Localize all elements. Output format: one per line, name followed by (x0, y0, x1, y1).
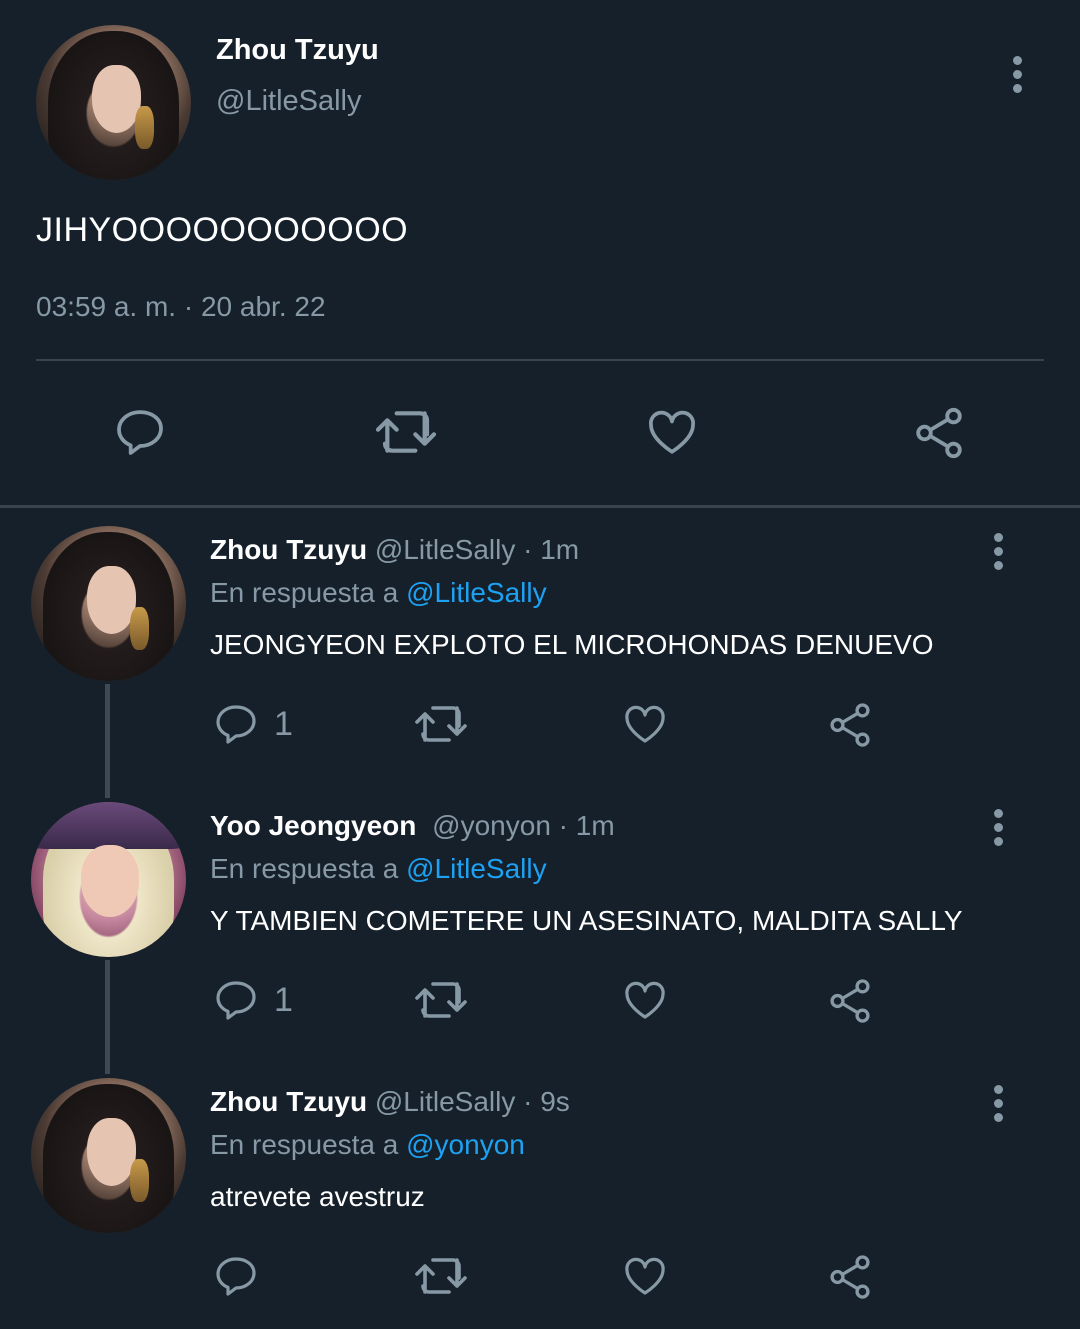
like-button[interactable] (620, 1252, 670, 1300)
author-name[interactable]: Yoo Jeongyeon (210, 810, 416, 841)
tweet-text: Y TAMBIEN COMETERE UN ASESINATO, MALDITA… (210, 905, 963, 936)
retweet-button[interactable] (412, 976, 470, 1024)
like-icon (625, 705, 665, 743)
share-icon (830, 1255, 870, 1299)
more-options-icon[interactable] (1007, 56, 1027, 100)
reply-time: · 1m (523, 534, 580, 565)
reply-count: 1 (274, 704, 293, 743)
reply-icon (216, 705, 256, 744)
reply-button[interactable] (212, 1252, 274, 1300)
avatar-earring (130, 1158, 149, 1202)
tweet-text: JEONGYEON EXPLOTO EL MICROHONDAS DENUEVO (210, 629, 934, 660)
reply-context: En respuesta a @LitleSally (210, 853, 547, 885)
retweet-icon (415, 706, 467, 742)
avatar-earring (135, 105, 154, 149)
thread-line (105, 684, 110, 798)
reply-header: Zhou Tzuyu @LitleSally · 9s (210, 1086, 570, 1118)
share-button[interactable] (825, 976, 875, 1026)
share-icon (916, 407, 962, 459)
retweet-button[interactable] (412, 700, 470, 748)
like-icon (649, 410, 695, 454)
reply-prefix: En respuesta a (210, 577, 407, 608)
thread-line (105, 960, 110, 1074)
avatar[interactable] (31, 802, 186, 957)
author-name[interactable]: Zhou Tzuyu (216, 34, 379, 67)
avatar[interactable] (31, 1078, 186, 1233)
reply-header: Zhou Tzuyu @LitleSally · 1m (210, 534, 579, 566)
share-button[interactable] (910, 404, 968, 462)
reply-count: 1 (274, 980, 293, 1019)
retweet-button[interactable] (372, 404, 440, 460)
retweet-icon (375, 411, 437, 453)
like-button[interactable] (643, 404, 701, 460)
share-button[interactable] (825, 700, 875, 750)
author-handle[interactable]: @LitleSally (375, 1086, 515, 1117)
reply-icon (216, 1257, 256, 1296)
share-icon (830, 979, 870, 1023)
section-divider (0, 505, 1080, 508)
author-name[interactable]: Zhou Tzuyu (210, 534, 367, 565)
retweet-icon (415, 1258, 467, 1294)
main-tweet: Zhou Tzuyu @LitleSally JIHYOOOOOOOOOOO 0… (0, 0, 1080, 506)
share-icon (830, 703, 870, 747)
reply-header: Yoo Jeongyeon @yonyon · 1m (210, 810, 615, 842)
tweet-text: JIHYOOOOOOOOOOO (36, 211, 409, 249)
author-handle[interactable]: @LitleSally (216, 85, 362, 118)
reply-button[interactable]: 1 (212, 700, 293, 748)
reply-prefix: En respuesta a (210, 1129, 407, 1160)
reply-icon (216, 981, 256, 1020)
avatar[interactable] (36, 25, 191, 180)
reply-button[interactable]: 1 (212, 976, 293, 1024)
author-name[interactable]: Zhou Tzuyu (210, 1086, 367, 1117)
reply-to-link[interactable]: @LitleSally (406, 577, 546, 608)
reply-to-link[interactable]: @yonyon (406, 1129, 525, 1160)
more-options-icon[interactable] (988, 533, 1008, 577)
reply-button[interactable] (112, 404, 168, 460)
reply-context: En respuesta a @LitleSally (210, 577, 547, 609)
reply-icon (117, 410, 163, 455)
retweet-icon (415, 982, 467, 1018)
reply-context: En respuesta a @yonyon (210, 1129, 525, 1161)
like-icon (625, 981, 665, 1019)
avatar[interactable] (31, 526, 186, 681)
avatar-earring (130, 606, 149, 650)
author-handle[interactable]: @yonyon (432, 810, 551, 841)
reply-time: · 1m (558, 810, 615, 841)
tweet-text: atrevete avestruz (210, 1181, 425, 1212)
divider (36, 359, 1044, 361)
like-icon (625, 1257, 665, 1295)
like-button[interactable] (620, 976, 670, 1024)
like-button[interactable] (620, 700, 670, 748)
avatar-cap (31, 802, 186, 849)
more-options-icon[interactable] (988, 809, 1008, 853)
retweet-button[interactable] (412, 1252, 470, 1300)
author-handle[interactable]: @LitleSally (375, 534, 515, 565)
reply-to-link[interactable]: @LitleSally (406, 853, 546, 884)
avatar-face (80, 845, 140, 917)
share-button[interactable] (825, 1252, 875, 1302)
reply-time: · 9s (523, 1086, 570, 1117)
tweet-timestamp[interactable]: 03:59 a. m. · 20 abr. 22 (36, 291, 326, 323)
more-options-icon[interactable] (988, 1085, 1008, 1129)
reply-prefix: En respuesta a (210, 853, 407, 884)
